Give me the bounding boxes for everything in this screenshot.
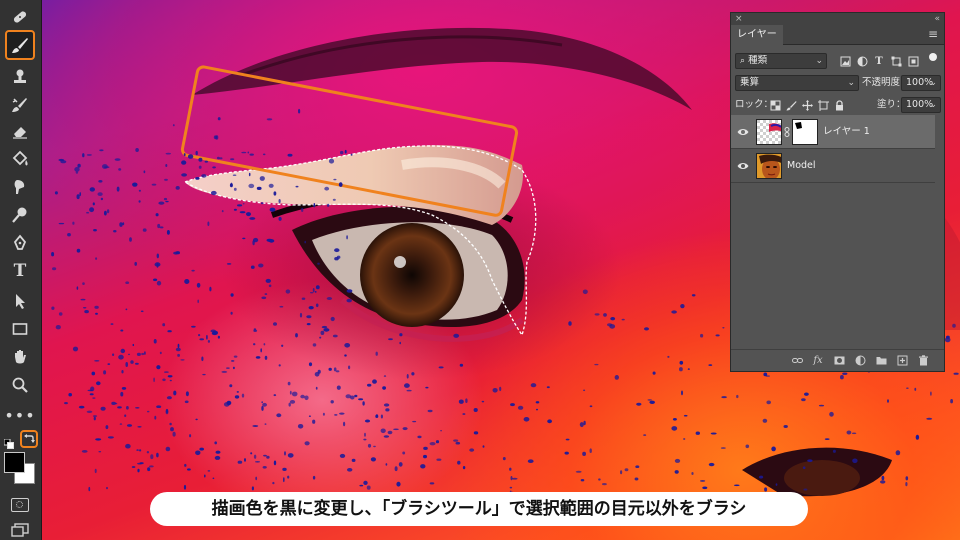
filter-type-icon[interactable]: T — [873, 55, 885, 67]
filter-shape-icon[interactable] — [890, 55, 902, 67]
checkerboard-thumbnail — [757, 120, 781, 144]
rectangle-tool[interactable] — [5, 316, 35, 342]
brush-icon — [12, 38, 28, 53]
magnifier-icon — [12, 377, 28, 393]
visibility-eye-icon[interactable] — [737, 160, 749, 172]
dodge-tool[interactable] — [5, 202, 35, 228]
layer-name: Model — [787, 160, 816, 171]
lock-all-icon[interactable] — [833, 99, 845, 111]
chevron-down-icon: ⌄ — [847, 78, 855, 88]
rectangle-icon — [12, 323, 28, 335]
filter-kind-select[interactable]: ⌕ 種類 ⌄ — [735, 53, 827, 69]
hand-tool[interactable] — [5, 344, 35, 370]
filter-adjustment-icon[interactable] — [856, 55, 868, 67]
swap-colors-button[interactable] — [20, 430, 38, 448]
chevron-down-icon: ⌄ — [929, 78, 937, 88]
tab-layers[interactable]: レイヤー — [731, 25, 783, 45]
panel-tabbar: レイヤー ≡ — [731, 25, 944, 45]
more-tools[interactable]: ••• — [4, 402, 36, 428]
filter-row: ⌕ 種類 ⌄ T — [731, 50, 944, 72]
bandage-icon — [13, 11, 27, 23]
smudge-tool[interactable] — [5, 174, 35, 200]
healing-brush-tool[interactable] — [5, 4, 35, 30]
visibility-eye-icon[interactable] — [737, 126, 749, 138]
link-layers-icon[interactable] — [791, 355, 803, 367]
eraser-tool[interactable] — [5, 118, 35, 144]
blend-row: 乗算 ⌄ 不透明度： 100% ⌄ — [731, 72, 944, 94]
model-thumbnail — [757, 154, 781, 178]
ellipsis-icon: ••• — [4, 405, 36, 425]
filter-kind-label: 種類 — [748, 55, 768, 66]
default-colors-button[interactable] — [3, 434, 14, 449]
adjustment-layer-icon[interactable] — [854, 355, 866, 367]
paint-bucket-icon — [12, 150, 28, 166]
pen-icon — [13, 234, 27, 250]
paint-bucket-tool[interactable] — [5, 146, 35, 172]
swap-arrow-icon — [24, 434, 35, 443]
brush-tool[interactable] — [5, 30, 35, 60]
lock-transparency-icon[interactable] — [769, 99, 781, 111]
layer-row-model[interactable]: Model — [731, 149, 935, 183]
panel-menu-icon[interactable]: ≡ — [928, 27, 938, 41]
mask-shape — [795, 122, 802, 129]
screen-mode-icon — [11, 523, 29, 537]
pen-tool[interactable] — [5, 230, 35, 256]
lock-row: ロック： 塗り： 100% ⌄ — [731, 94, 944, 116]
filter-smart-object-icon[interactable] — [907, 55, 919, 67]
add-mask-icon[interactable] — [833, 355, 845, 367]
search-icon: ⌕ — [740, 56, 746, 66]
path-selection-tool[interactable] — [5, 288, 35, 314]
lock-pixels-icon[interactable] — [785, 99, 797, 111]
foreground-color-swatch[interactable] — [4, 452, 25, 473]
arrow-icon — [16, 294, 25, 309]
opacity-input[interactable]: 100% ⌄ — [901, 75, 941, 91]
fx-icon[interactable]: fx — [812, 355, 824, 367]
default-colors-icon — [3, 438, 14, 449]
collapse-panel-icon[interactable]: « — [934, 13, 940, 25]
layer-thumbnail — [756, 153, 782, 179]
type-icon: T — [13, 261, 27, 281]
hand-icon — [15, 350, 26, 364]
new-group-folder-icon[interactable] — [875, 355, 887, 367]
layers-panel-footer: fx — [731, 349, 944, 371]
fill-input[interactable]: 100% ⌄ — [901, 97, 941, 113]
eraser-icon — [13, 127, 27, 139]
layer-row-layer-1[interactable]: レイヤー 1 — [731, 115, 935, 149]
clone-stamp-tool[interactable] — [5, 64, 35, 90]
lock-label: ロック： — [735, 99, 774, 110]
smudge-icon — [14, 180, 25, 194]
instruction-caption: 描画色を黒に変更し、「ブラシツール」で選択範囲の目元以外をブラシ — [150, 492, 808, 526]
quick-mask-icon — [16, 501, 23, 508]
lock-position-icon[interactable] — [801, 99, 813, 111]
tools-panel: T ••• — [0, 0, 42, 540]
layers-panel: × « レイヤー ≡ ⌕ 種類 ⌄ T 乗算 ⌄ 不透明度： 100% ⌄ ロッ… — [730, 12, 945, 372]
quick-mask-button[interactable] — [11, 498, 29, 512]
history-brush-icon — [12, 98, 27, 112]
blend-mode-select[interactable]: 乗算 ⌄ — [735, 75, 859, 91]
chevron-down-icon: ⌄ — [929, 100, 937, 110]
lock-artboard-icon[interactable] — [817, 99, 829, 111]
chevron-down-icon: ⌄ — [815, 56, 823, 66]
mask-link-icon[interactable] — [784, 127, 790, 137]
blend-mode-value: 乗算 — [740, 77, 760, 88]
close-panel-icon[interactable]: × — [735, 13, 743, 25]
panel-titlebar: × « — [731, 13, 944, 25]
filter-pixel-icon[interactable] — [839, 55, 851, 67]
history-brush-tool[interactable] — [5, 92, 35, 118]
type-tool[interactable]: T — [5, 258, 35, 284]
layer-name: レイヤー 1 — [823, 126, 870, 137]
zoom-tool[interactable] — [5, 372, 35, 398]
new-layer-icon[interactable] — [896, 355, 908, 367]
layer-thumbnail — [756, 119, 782, 145]
stamp-icon — [14, 69, 26, 83]
dodge-icon — [12, 207, 27, 223]
layer-mask-thumbnail[interactable] — [792, 119, 818, 145]
filter-toggle[interactable] — [929, 53, 937, 61]
screen-mode-button[interactable] — [11, 522, 29, 537]
trash-icon[interactable] — [917, 355, 929, 367]
